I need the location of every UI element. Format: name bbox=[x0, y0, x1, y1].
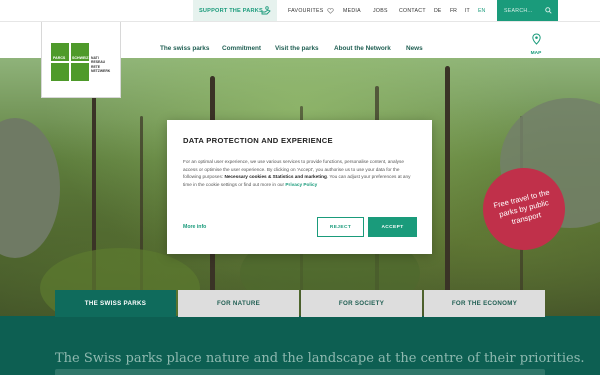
dialog-body-purposes: Necessary cookies & Statistics and marke… bbox=[224, 174, 327, 180]
cookie-consent-dialog: DATA PROTECTION AND EXPERIENCE For an op… bbox=[167, 120, 432, 254]
more-info-link[interactable]: More info bbox=[183, 224, 206, 230]
dialog-title: DATA PROTECTION AND EXPERIENCE bbox=[183, 136, 333, 145]
reject-button[interactable]: REJECT bbox=[317, 217, 364, 237]
cookie-consent-overlay: DATA PROTECTION AND EXPERIENCE For an op… bbox=[0, 0, 600, 375]
dialog-body: For an optimal user experience, we use v… bbox=[183, 158, 416, 188]
privacy-policy-link[interactable]: Privacy Policy bbox=[285, 182, 317, 187]
accept-button[interactable]: ACCEPT bbox=[368, 217, 417, 237]
